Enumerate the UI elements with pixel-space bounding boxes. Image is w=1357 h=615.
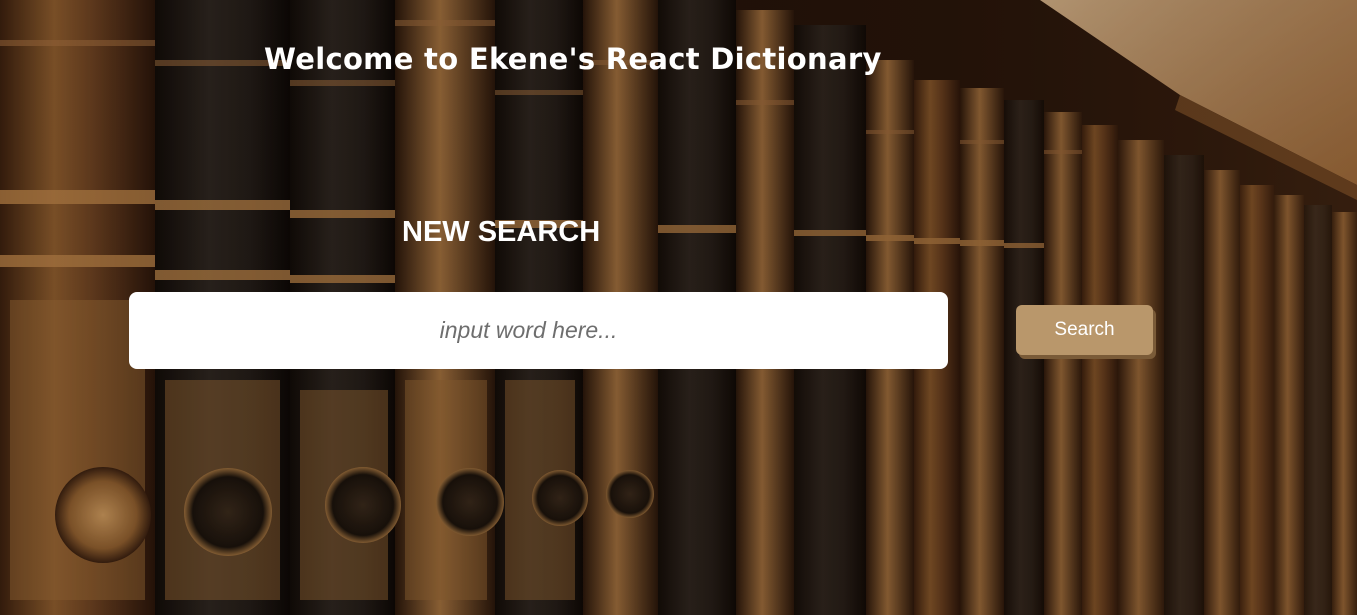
search-input[interactable] <box>129 292 948 369</box>
page: Welcome to Ekene's React Dictionary NEW … <box>0 0 1357 615</box>
content-overlay: Welcome to Ekene's React Dictionary NEW … <box>0 0 1357 615</box>
new-search-heading: NEW SEARCH <box>402 216 601 248</box>
page-title: Welcome to Ekene's React Dictionary <box>264 42 882 76</box>
search-button[interactable]: Search <box>1016 305 1153 355</box>
